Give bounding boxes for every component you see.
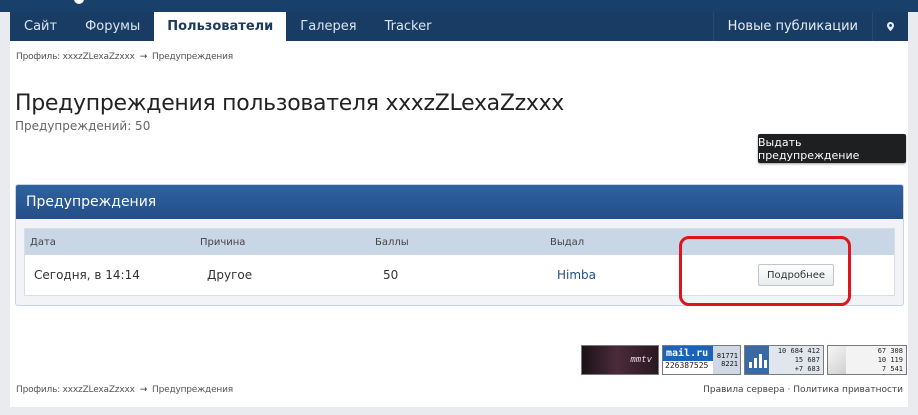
top-strip [0, 0, 918, 12]
column-points: Баллы [375, 236, 409, 248]
counter-liveinternet[interactable]: 67 308 10 119 7 541 [827, 345, 907, 375]
breadcrumb-current[interactable]: Предупреждения [152, 385, 233, 395]
liveinternet-value-2: 10 119 [877, 355, 903, 364]
footer-separator: · [787, 385, 791, 395]
cell-points: 50 [383, 268, 399, 282]
hotlog-value-1: 10 684 412 [777, 346, 820, 355]
map-marker-icon[interactable] [872, 12, 908, 41]
breadcrumb: Профиль: xxxzZLexaZzxxx → Предупреждения [16, 52, 233, 62]
cell-reason: Другое [207, 268, 253, 282]
warnings-header: Предупреждения [16, 185, 903, 219]
mailru-value-a: 81771 [716, 352, 738, 360]
breadcrumb-bottom: Профиль: xxxzZLexaZzxxx → Предупреждения [16, 385, 233, 395]
mailru-value-b: 8221 [721, 360, 738, 368]
server-rules-link[interactable]: Правила сервера [703, 385, 785, 395]
logo-icon [74, 0, 84, 4]
counter-mailru[interactable]: mail.ru 226387525 81771 8221 [662, 345, 741, 375]
mailru-logo: mail.ru [663, 346, 713, 361]
mailru-id: 226387525 [663, 361, 713, 374]
breadcrumb-profile[interactable]: Профиль: xxxzZLexaZzxxx [16, 52, 135, 62]
column-reason: Причина [200, 236, 246, 248]
breadcrumb-current[interactable]: Предупреждения [152, 52, 233, 62]
tab-forums[interactable]: Форумы [71, 12, 154, 41]
hotlog-value-2: 15 687 [794, 355, 820, 364]
hotlog-value-3: +7 683 [794, 364, 820, 373]
counter-hotlog[interactable]: 10 684 412 15 687 +7 683 [744, 345, 824, 375]
issue-warning-button[interactable]: Выдать предупреждение [758, 134, 906, 163]
warning-count: Предупреждений: 50 [15, 119, 151, 133]
liveinternet-value-3: 7 541 [881, 364, 903, 373]
liveinternet-value-1: 67 308 [877, 346, 903, 355]
tab-gallery[interactable]: Галерея [286, 12, 370, 41]
tab-users[interactable]: Пользователи [154, 12, 287, 41]
main-nav: Сайт Форумы Пользователи Галерея Tracker… [10, 12, 908, 41]
hotlog-bars-icon [745, 346, 769, 374]
page-content: Профиль: xxxzZLexaZzxxx → Предупреждения П… [10, 41, 908, 407]
counters-bar: mmtv mail.ru 226387525 81771 8221 10 684… [581, 345, 907, 375]
counter-mmtv[interactable]: mmtv [581, 345, 659, 375]
cell-date: Сегодня, в 14:14 [34, 268, 140, 282]
tab-site[interactable]: Сайт [10, 12, 71, 41]
liveinternet-graph-icon [828, 346, 846, 374]
breadcrumb-arrow-icon: → [139, 52, 148, 62]
column-date: Дата [30, 236, 56, 248]
privacy-policy-link[interactable]: Политика приватности [793, 385, 903, 395]
new-posts-link[interactable]: Новые публикации [712, 12, 872, 41]
footer-links: Правила сервера · Политика приватности [703, 385, 903, 395]
breadcrumb-arrow-icon: → [139, 385, 148, 395]
breadcrumb-profile[interactable]: Профиль: xxxzZLexaZzxxx [16, 385, 135, 395]
highlight-annotation [679, 236, 851, 306]
tab-tracker[interactable]: Tracker [371, 12, 446, 41]
page-title: Предупреждения пользователя xxxzZLexaZzx… [15, 91, 565, 116]
